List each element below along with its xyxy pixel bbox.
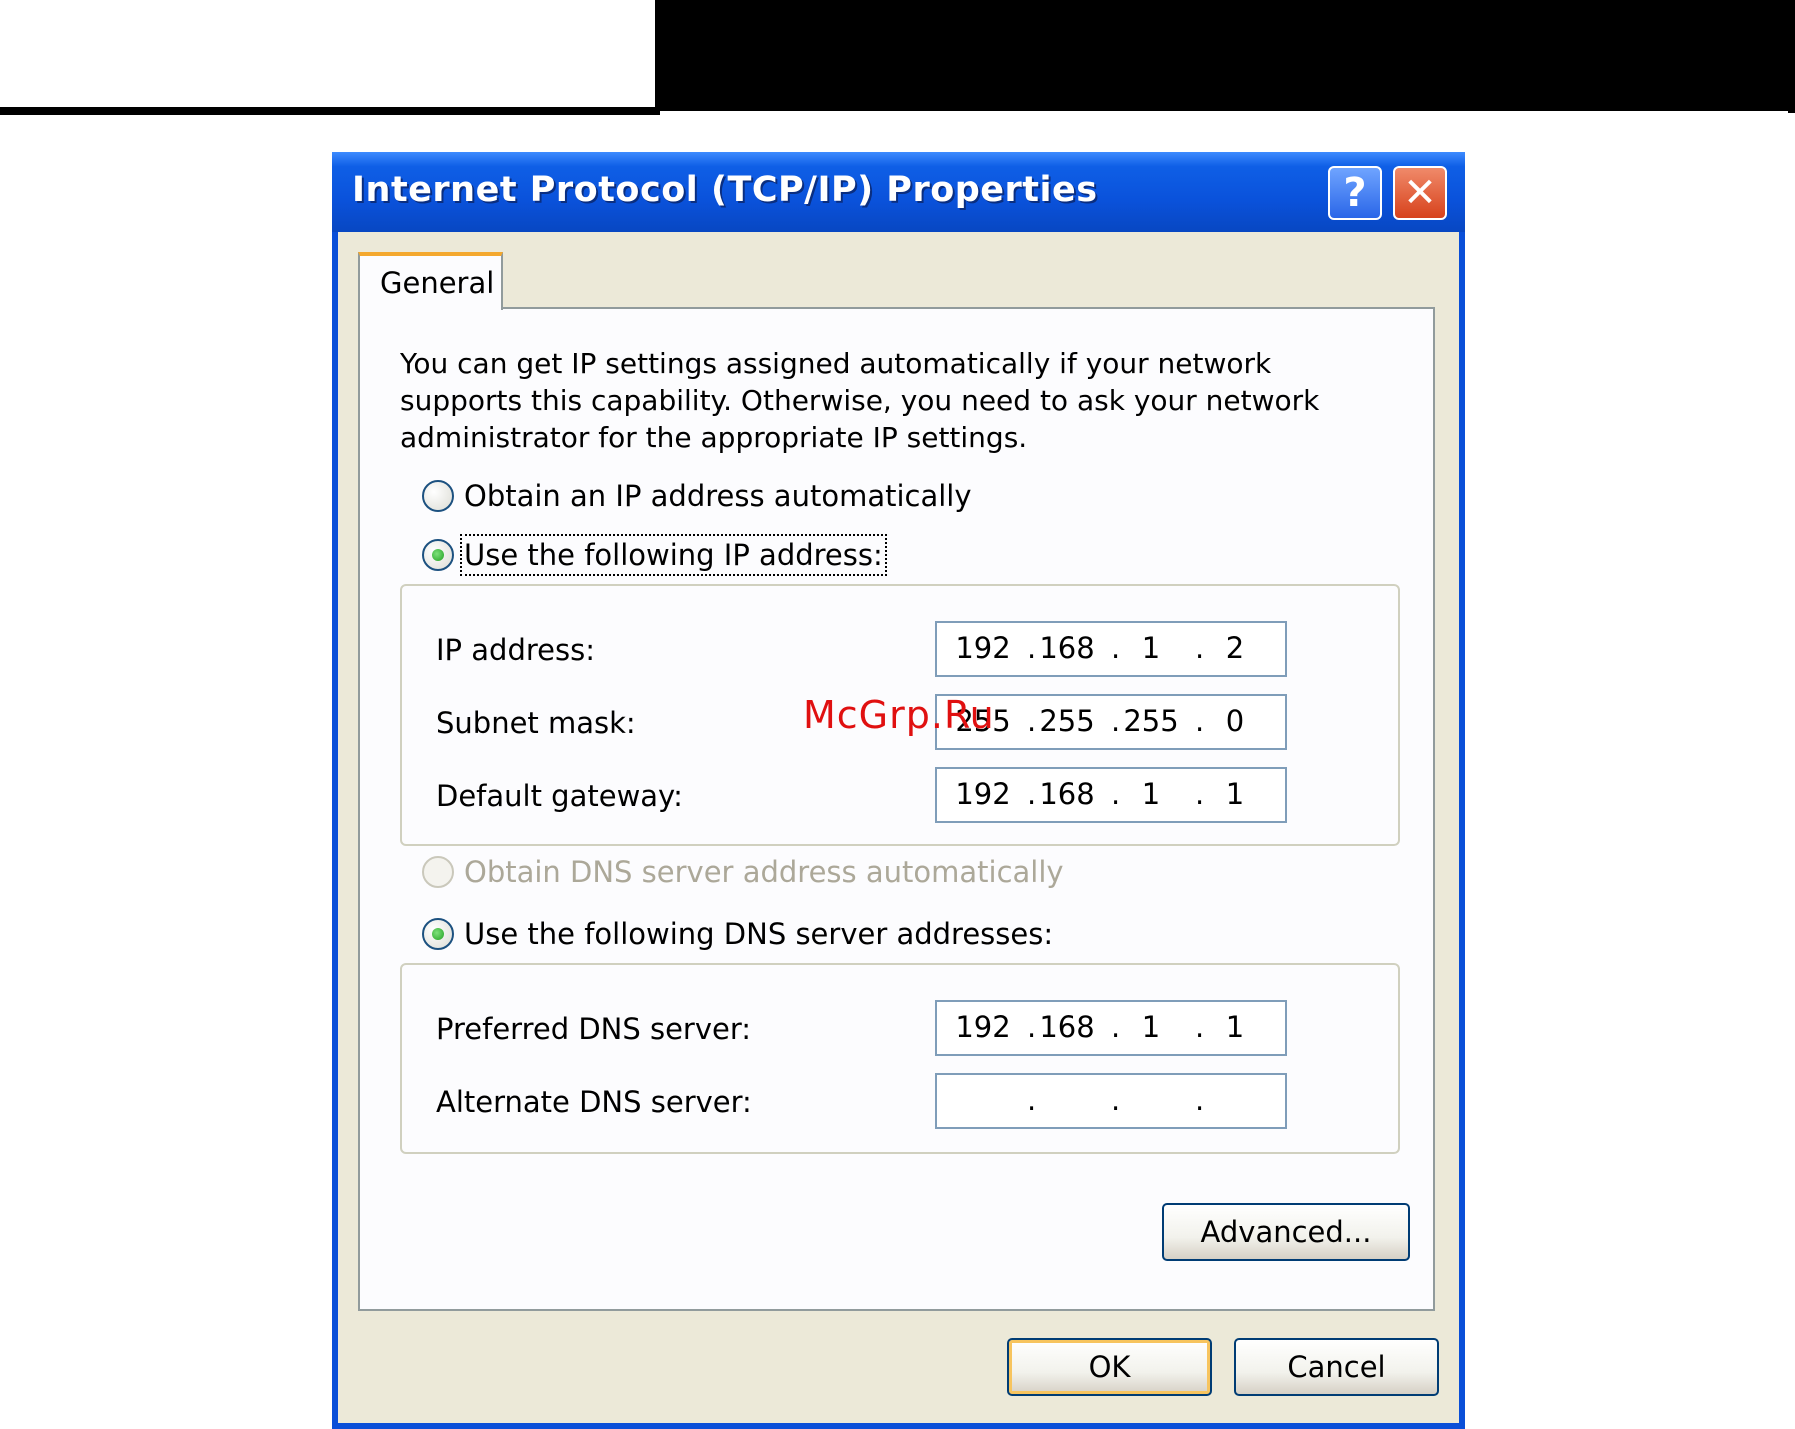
mask-octet-3: 255 xyxy=(1123,704,1179,738)
close-icon: ✕ xyxy=(1403,170,1437,216)
ip-manual-radio[interactable] xyxy=(422,539,454,571)
pdns-octet-4: 1 xyxy=(1225,1010,1245,1044)
pdns-octet-1: 192 xyxy=(955,1010,1011,1044)
question-icon: ? xyxy=(1343,170,1367,216)
gw-octet-2: 168 xyxy=(1039,777,1095,811)
ip-octet-1: 192 xyxy=(955,631,1011,665)
advanced-button[interactable]: Advanced... xyxy=(1162,1203,1410,1261)
dialog-title: Internet Protocol (TCP/IP) Properties xyxy=(352,170,1098,210)
description-text: You can get IP settings assigned automat… xyxy=(400,347,1320,454)
preferred-dns-field[interactable]: 192 . 168 . 1 . 1 xyxy=(935,1000,1287,1056)
ip-octet-2: 168 xyxy=(1039,631,1095,665)
dns-manual-option[interactable]: Use the following DNS server addresses: xyxy=(422,917,1064,951)
alternate-dns-field[interactable]: . . . xyxy=(935,1073,1287,1129)
pdns-octet-2: 168 xyxy=(1039,1010,1095,1044)
tcpip-properties-dialog: Internet Protocol (TCP/IP) Properties ? … xyxy=(332,152,1465,1429)
page-header-bar xyxy=(655,0,1795,113)
dns-auto-radio xyxy=(422,856,454,888)
page-header-rule-inner xyxy=(660,111,1788,114)
gw-octet-3: 1 xyxy=(1141,777,1161,811)
title-bar[interactable]: Internet Protocol (TCP/IP) Properties ? … xyxy=(332,152,1465,232)
ip-manual-option[interactable]: Use the following IP address: xyxy=(422,534,893,576)
pdns-octet-3: 1 xyxy=(1141,1010,1161,1044)
dns-manual-label: Use the following DNS server addresses: xyxy=(464,917,1054,951)
watermark: McGrp.Ru xyxy=(803,693,995,737)
mask-octet-2: 255 xyxy=(1039,704,1095,738)
ok-button[interactable]: OK xyxy=(1007,1338,1212,1396)
subnet-mask-label: Subnet mask: xyxy=(436,706,636,740)
mask-octet-4: 0 xyxy=(1225,704,1245,738)
dns-auto-label: Obtain DNS server address automatically xyxy=(464,855,1064,889)
preferred-dns-label: Preferred DNS server: xyxy=(436,1012,752,1046)
gw-octet-1: 192 xyxy=(955,777,1011,811)
ip-octet-3: 1 xyxy=(1141,631,1161,665)
ip-manual-label: Use the following IP address: xyxy=(460,534,887,576)
dns-auto-option: Obtain DNS server address automatically xyxy=(422,855,1074,889)
close-button[interactable]: ✕ xyxy=(1393,166,1447,220)
page-header-rule xyxy=(0,107,660,115)
ip-octet-4: 2 xyxy=(1225,631,1245,665)
help-button[interactable]: ? xyxy=(1328,166,1382,220)
ip-auto-radio[interactable] xyxy=(422,480,454,512)
default-gateway-field[interactable]: 192 . 168 . 1 . 1 xyxy=(935,767,1287,823)
ip-auto-label: Obtain an IP address automatically xyxy=(464,479,972,513)
ip-address-field[interactable]: 192 . 168 . 1 . 2 xyxy=(935,621,1287,677)
ip-address-label: IP address: xyxy=(436,633,595,667)
cancel-button[interactable]: Cancel xyxy=(1234,1338,1439,1396)
ip-auto-option[interactable]: Obtain an IP address automatically xyxy=(422,479,982,513)
dns-manual-radio[interactable] xyxy=(422,918,454,950)
tab-general[interactable]: General xyxy=(358,252,503,310)
general-tab-panel: You can get IP settings assigned automat… xyxy=(358,307,1435,1311)
dialog-client-area: General You can get IP settings assigned… xyxy=(338,232,1459,1423)
gw-octet-4: 1 xyxy=(1225,777,1245,811)
default-gateway-label: Default gateway: xyxy=(436,779,683,813)
alternate-dns-label: Alternate DNS server: xyxy=(436,1085,752,1119)
